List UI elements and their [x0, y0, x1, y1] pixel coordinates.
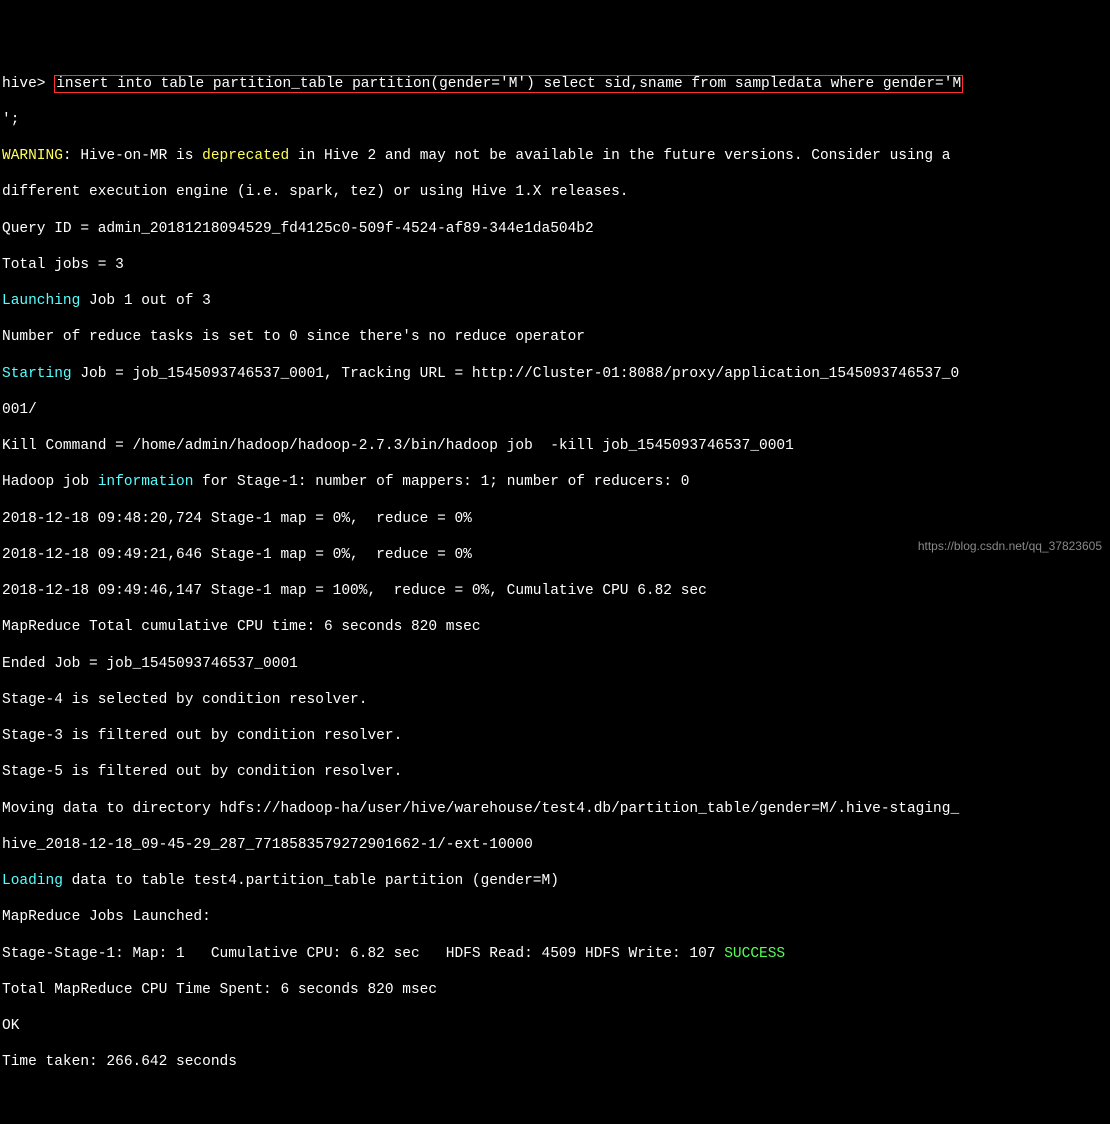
ok-line: OK	[2, 1017, 1110, 1035]
starting-rest: Job = job_1545093746537_0001, Tracking U…	[72, 366, 960, 382]
progress-line-3: 2018-12-18 09:49:46,147 Stage-1 map = 10…	[2, 582, 1110, 600]
sql-command-part1: insert into table partition_table partit…	[56, 76, 961, 92]
stage-stage-text: Stage-Stage-1: Map: 1 Cumulative CPU: 6.…	[2, 946, 724, 962]
loading-word: Loading	[2, 873, 63, 889]
progress-line-1: 2018-12-18 09:48:20,724 Stage-1 map = 0%…	[2, 510, 1110, 528]
launching-line: Launching Job 1 out of 3	[2, 292, 1110, 310]
stage-stage-line: Stage-Stage-1: Map: 1 Cumulative CPU: 6.…	[2, 945, 1110, 963]
stage5-line: Stage-5 is filtered out by condition res…	[2, 763, 1110, 781]
moving-line: Moving data to directory hdfs://hadoop-h…	[2, 800, 1110, 818]
starting-wrap: 001/	[2, 401, 1110, 419]
time-taken-line: Time taken: 266.642 seconds	[2, 1053, 1110, 1071]
hadoop-job-pre: Hadoop job	[2, 474, 98, 490]
starting-line: Starting Job = job_1545093746537_0001, T…	[2, 365, 1110, 383]
warn-seg1: : Hive-on-MR is	[63, 148, 202, 164]
total-jobs-line: Total jobs = 3	[2, 256, 1110, 274]
warning-line: WARNING: Hive-on-MR is deprecated in Hiv…	[2, 147, 1110, 165]
ended-job-line: Ended Job = job_1545093746537_0001	[2, 655, 1110, 673]
command-wrap: ';	[2, 111, 1110, 129]
kill-command-line: Kill Command = /home/admin/hadoop/hadoop…	[2, 437, 1110, 455]
moving-wrap-line: hive_2018-12-18_09-45-29_287_77185835792…	[2, 836, 1110, 854]
loading-rest: data to table test4.partition_table part…	[63, 873, 559, 889]
launching-rest: Job 1 out of 3	[80, 293, 211, 309]
stage3-line: Stage-3 is filtered out by condition res…	[2, 727, 1110, 745]
information-word: information	[98, 474, 194, 490]
reduce-tasks-line: Number of reduce tasks is set to 0 since…	[2, 328, 1110, 346]
total-mr-cpu-line: Total MapReduce CPU Time Spent: 6 second…	[2, 981, 1110, 999]
stage4-line: Stage-4 is selected by condition resolve…	[2, 691, 1110, 709]
mr-launched-line: MapReduce Jobs Launched:	[2, 908, 1110, 926]
warn-seg2: in Hive 2 and may not be available in th…	[289, 148, 950, 164]
hive-prompt: hive>	[2, 76, 54, 92]
command-box: insert into table partition_table partit…	[54, 75, 963, 93]
watermark-text: https://blog.csdn.net/qq_37823605	[918, 539, 1102, 554]
hive-prompt-line[interactable]: hive> insert into table partition_table …	[2, 75, 1110, 93]
starting-word: Starting	[2, 366, 72, 382]
warning-label: WARNING	[2, 148, 63, 164]
warning-line2: different execution engine (i.e. spark, …	[2, 183, 1110, 201]
mr-total-line: MapReduce Total cumulative CPU time: 6 s…	[2, 618, 1110, 636]
query-id-line: Query ID = admin_20181218094529_fd4125c0…	[2, 220, 1110, 238]
hadoop-job-post: for Stage-1: number of mappers: 1; numbe…	[193, 474, 689, 490]
loading-line: Loading data to table test4.partition_ta…	[2, 872, 1110, 890]
launching-word: Launching	[2, 293, 80, 309]
hadoop-info-line: Hadoop job information for Stage-1: numb…	[2, 473, 1110, 491]
success-word: SUCCESS	[724, 946, 785, 962]
deprecated-word: deprecated	[202, 148, 289, 164]
